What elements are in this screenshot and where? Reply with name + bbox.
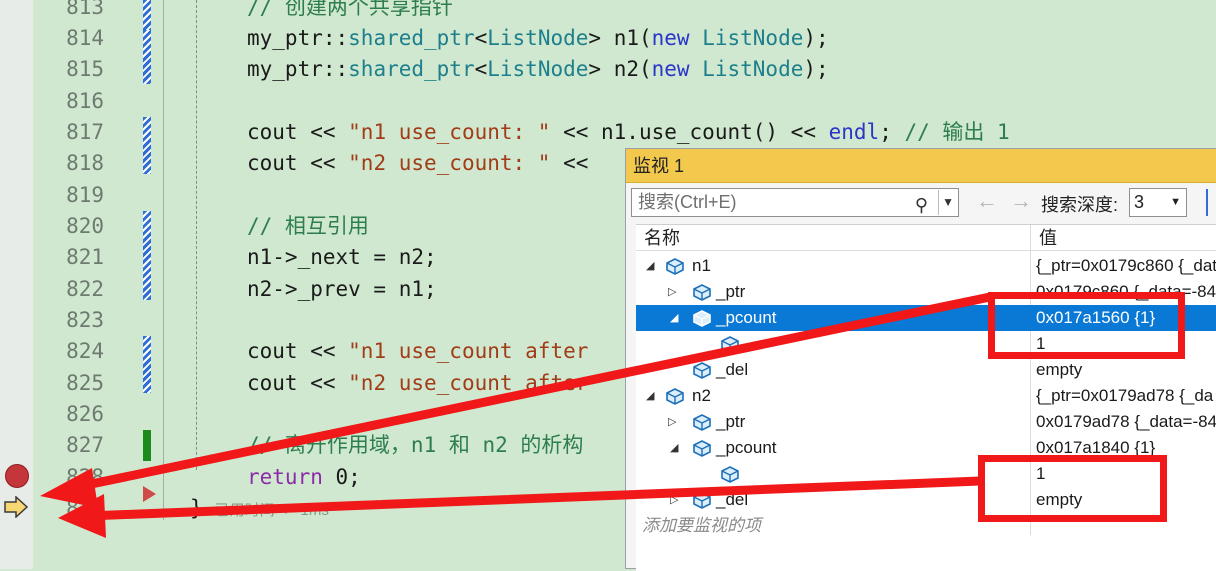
watch-row[interactable]: _del empty: [636, 357, 1216, 383]
code-line: } 已用时间 <= 1ms: [190, 496, 329, 520]
add-watch-placeholder[interactable]: 添加要监视的项: [642, 511, 761, 536]
magnifier-icon[interactable]: ⚲: [915, 192, 928, 219]
expand-icon[interactable]: ▷: [670, 487, 678, 513]
object-icon: [693, 362, 711, 379]
change-marker: [143, 0, 151, 30]
change-marker: [143, 336, 151, 393]
line-number: 826: [66, 402, 104, 426]
indent-guide: [196, 0, 197, 470]
code-line: cout << "n1 use_count after: [247, 339, 589, 363]
run-to-click-icon[interactable]: [143, 486, 156, 502]
watch-row[interactable]: ◢ n2 {_ptr=0x0179ad78 {_da: [636, 383, 1216, 409]
line-number: 815: [66, 57, 104, 81]
object-icon: [721, 466, 739, 483]
forward-arrow-icon[interactable]: →: [1010, 190, 1032, 212]
object-icon: [693, 440, 711, 457]
watch-title[interactable]: 监视 1: [626, 149, 1216, 183]
annotation-box: [978, 455, 1167, 522]
object-icon: [666, 258, 684, 275]
column-header-value[interactable]: 值: [1031, 225, 1216, 251]
back-arrow-icon[interactable]: ←: [976, 190, 998, 212]
object-icon: [693, 310, 711, 327]
object-icon: [666, 388, 684, 405]
code-line: cout << "n1 use_count: " << n1.use_count…: [247, 120, 1010, 144]
change-marker: [143, 211, 151, 300]
toolbar-separator: [1206, 189, 1208, 216]
code-line: my_ptr::shared_ptr<ListNode> n1(new List…: [247, 26, 829, 50]
annotation-box: [988, 292, 1185, 359]
collapse-icon[interactable]: ◢: [670, 435, 678, 461]
object-icon: [693, 492, 711, 509]
column-header-name[interactable]: 名称: [636, 225, 1030, 251]
line-number: 829: [66, 496, 104, 520]
line-number: 828: [66, 465, 104, 489]
line-number: 817: [66, 120, 104, 144]
collapse-icon[interactable]: ◢: [670, 305, 678, 331]
code-line: n2->_prev = n1;: [247, 277, 437, 301]
line-number: 827: [66, 433, 104, 457]
object-icon: [693, 284, 711, 301]
change-marker: [143, 117, 151, 174]
line-number: 818: [66, 151, 104, 175]
code-line: cout << "n2 use_count after: [247, 371, 589, 395]
execution-pointer-icon[interactable]: [3, 496, 29, 518]
change-marker: [143, 30, 151, 84]
search-input[interactable]: 搜索(Ctrl+E) ⚲ ▼: [631, 188, 959, 217]
search-depth-label: 搜索深度:: [1041, 195, 1119, 215]
breakpoint-icon[interactable]: [5, 464, 29, 488]
expand-icon[interactable]: ▷: [668, 279, 676, 305]
saved-change-marker: [143, 430, 151, 461]
code-line: n1->_next = n2;: [247, 245, 437, 269]
object-icon: [693, 414, 711, 431]
watch-row[interactable]: ◢ n1 {_ptr=0x0179c860 {_data: [636, 253, 1216, 279]
line-number: 824: [66, 339, 104, 363]
chevron-down-icon[interactable]: ▼: [938, 190, 954, 215]
chevron-down-icon: ▼: [1170, 196, 1181, 208]
line-number: 820: [66, 214, 104, 238]
code-line: // 离开作用域，n1 和 n2 的析构: [247, 433, 584, 457]
expand-icon[interactable]: ▷: [668, 409, 676, 435]
line-number: 822: [66, 277, 104, 301]
code-line: return 0;: [247, 465, 361, 489]
search-depth-select[interactable]: 3 ▼: [1129, 188, 1187, 217]
line-number: 814: [66, 26, 104, 50]
line-number: 813: [66, 0, 104, 19]
line-number: 823: [66, 308, 104, 332]
code-line: my_ptr::shared_ptr<ListNode> n2(new List…: [247, 57, 829, 81]
watch-row[interactable]: ▷ _ptr 0x0179ad78 {_data=-84: [636, 409, 1216, 435]
watch-toolbar: 搜索(Ctrl+E) ⚲ ▼ ← → 搜索深度: 3 ▼: [626, 184, 1216, 224]
line-number: 821: [66, 245, 104, 269]
code-line: cout << "n2 use_count: " <<: [247, 151, 589, 175]
line-number: 819: [66, 183, 104, 207]
line-number: 825: [66, 371, 104, 395]
code-line: // 相互引用: [247, 214, 369, 238]
code-line: // 创建两个共享指针: [247, 0, 453, 19]
line-number: 816: [66, 89, 104, 113]
object-icon: [721, 336, 739, 353]
collapse-icon[interactable]: ◢: [646, 253, 654, 279]
collapse-icon[interactable]: ◢: [646, 383, 654, 409]
outline-margin: [163, 0, 164, 520]
perf-tip[interactable]: 已用时间 <= 1ms: [215, 502, 329, 519]
